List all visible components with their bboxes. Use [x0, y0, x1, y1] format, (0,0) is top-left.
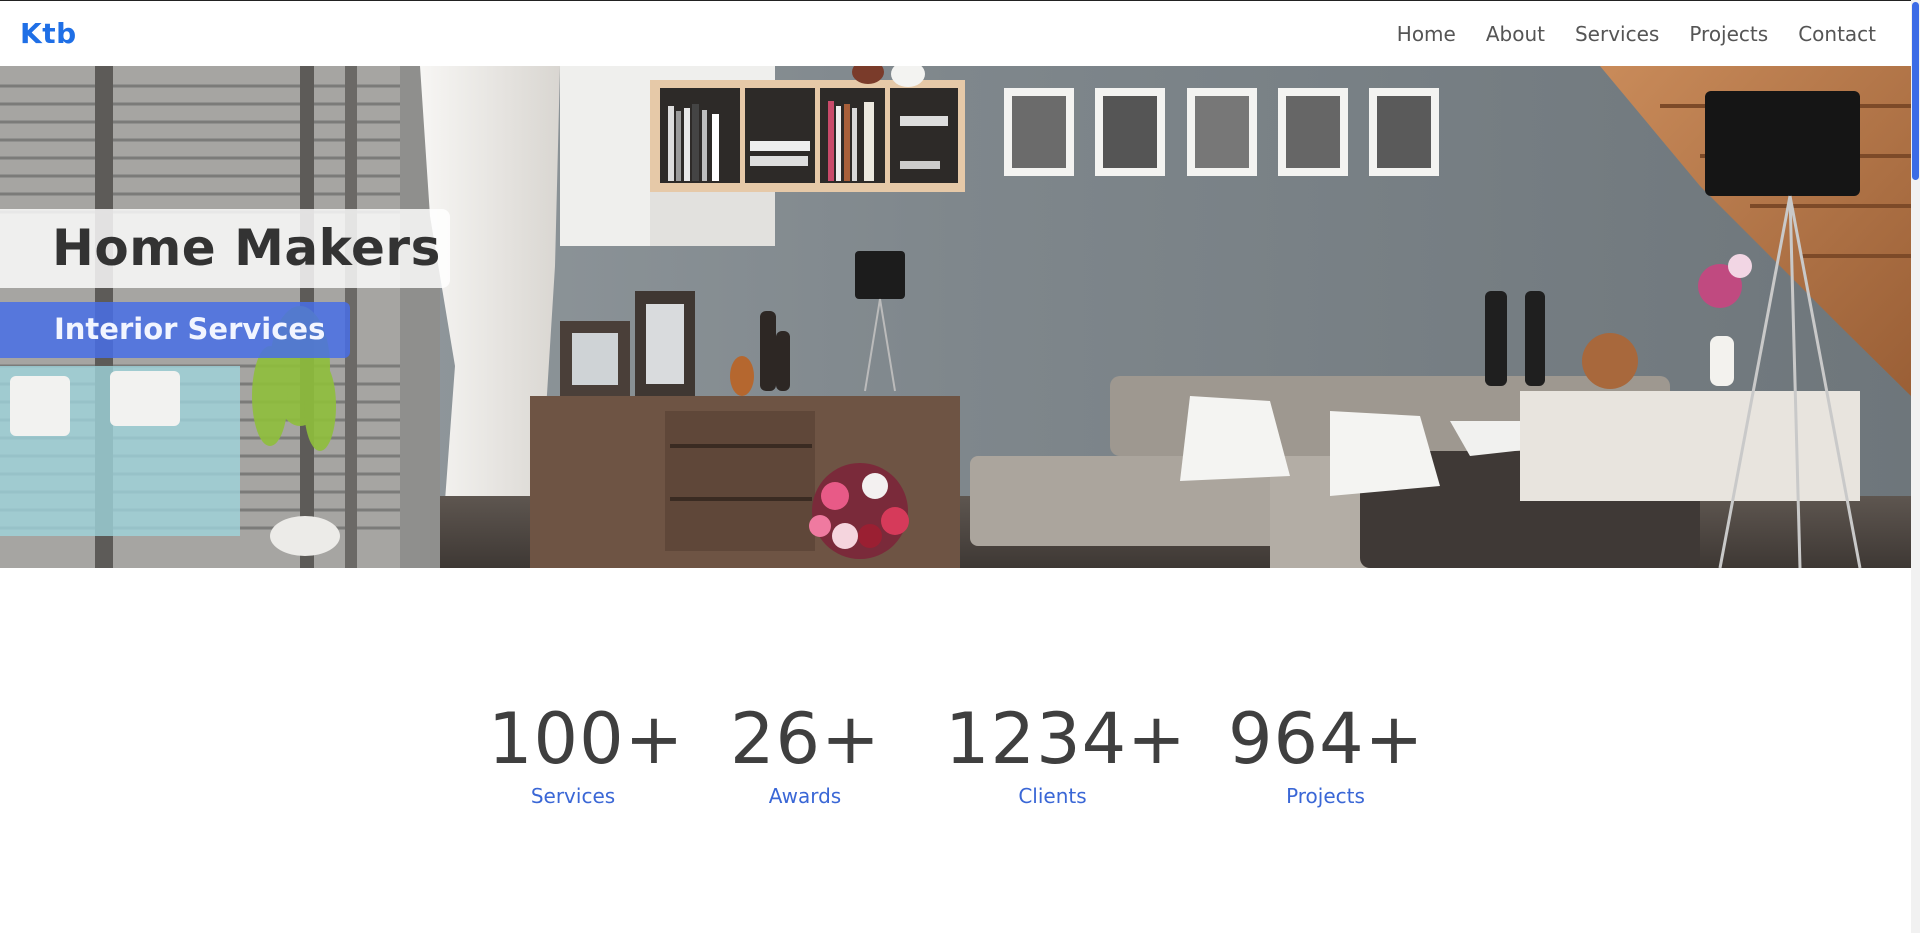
stat-label: Awards [768, 784, 842, 808]
hero-subtitle-box: Interior Services [0, 302, 350, 358]
stat-value: 100+ [488, 698, 685, 780]
nav-projects-link[interactable]: Projects [1689, 22, 1768, 46]
stat-value: 964+ [1228, 698, 1425, 780]
page-scrollbar[interactable] [1911, 0, 1920, 933]
nav-home-link[interactable]: Home [1397, 22, 1456, 46]
stat-label: Clients [1018, 784, 1087, 808]
stat-services: 100+ Services [488, 698, 685, 808]
stats-section: 100+ Services 26+ Awards 1234+ Clients 9… [0, 700, 1911, 820]
brand-logo[interactable]: Ktb [20, 17, 77, 50]
hero-title: Home Makers [52, 219, 441, 277]
hero-section: Home Makers Interior Services [0, 66, 1911, 568]
stat-clients: 1234+ Clients [945, 698, 1187, 808]
stat-value: 26+ [730, 698, 881, 780]
stat-label: Services [530, 784, 616, 808]
page: Ktb Home About Services Projects Contact [0, 0, 1911, 933]
nav-contact-link[interactable]: Contact [1798, 22, 1876, 46]
stat-value: 1234+ [945, 698, 1187, 780]
stat-projects: 964+ Projects [1228, 700, 1423, 808]
hero-subtitle: Interior Services [54, 312, 326, 346]
nav-services-link[interactable]: Services [1575, 22, 1659, 46]
nav-about-link[interactable]: About [1486, 22, 1545, 46]
stat-awards: 26+ Awards [730, 700, 880, 808]
scrollbar-thumb[interactable] [1912, 2, 1919, 180]
navbar: Ktb Home About Services Projects Contact [0, 1, 1911, 66]
hero-title-box: Home Makers [0, 209, 450, 288]
main-nav: Home About Services Projects Contact [1397, 22, 1891, 46]
stat-label: Projects [1286, 784, 1365, 808]
